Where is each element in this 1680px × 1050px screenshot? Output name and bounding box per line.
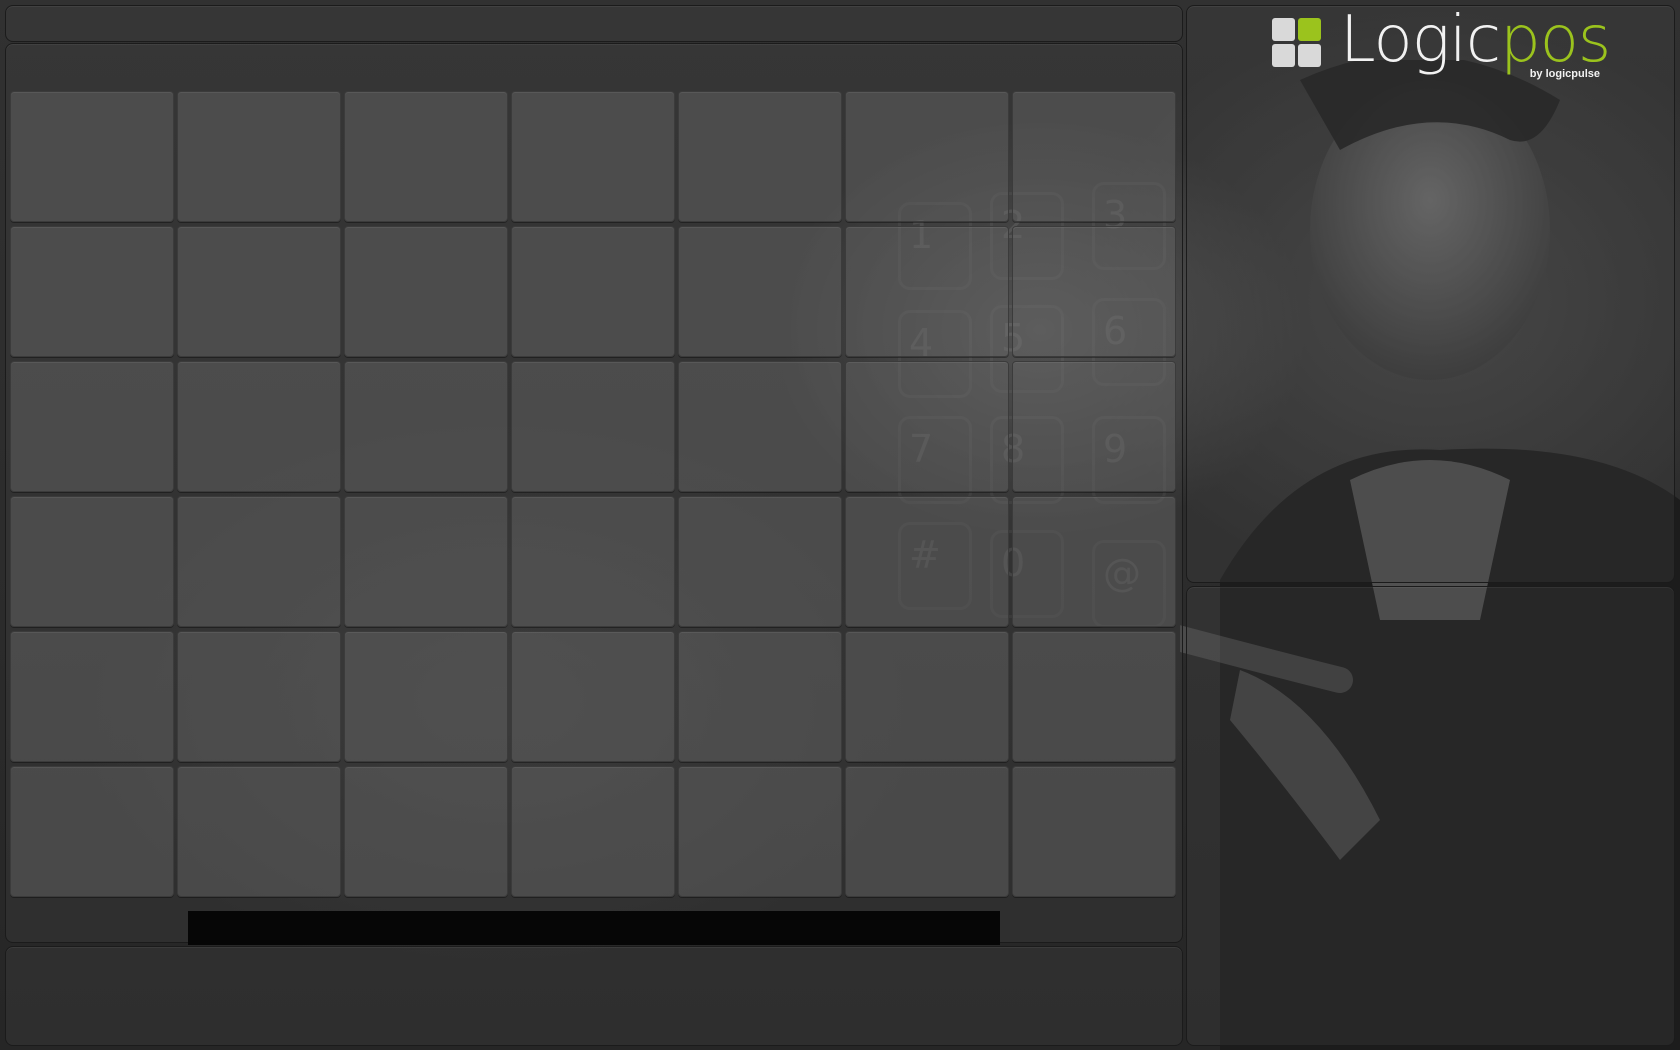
grid-button[interactable] <box>511 496 675 627</box>
logo-square-icon <box>1298 18 1321 41</box>
logo-byline: by logicpulse <box>1529 68 1600 80</box>
grid-button[interactable] <box>678 631 842 762</box>
logo-panel <box>1186 5 1675 583</box>
grid-button[interactable] <box>344 766 508 897</box>
panel-slot <box>188 911 1000 945</box>
grid-button[interactable] <box>177 766 341 897</box>
grid-button[interactable] <box>1012 91 1176 222</box>
grid-button[interactable] <box>845 766 1009 897</box>
grid-button[interactable] <box>10 91 174 222</box>
logo-mark-icon <box>1272 18 1322 68</box>
bottom-bar <box>5 946 1183 1046</box>
grid-button[interactable] <box>511 91 675 222</box>
grid-button[interactable] <box>1012 361 1176 492</box>
top-bar <box>5 5 1183 42</box>
logo-word-pos: pos <box>1500 3 1611 77</box>
grid-button[interactable] <box>344 361 508 492</box>
grid-button[interactable] <box>10 631 174 762</box>
grid-button[interactable] <box>845 91 1009 222</box>
grid-button[interactable] <box>177 496 341 627</box>
grid-button[interactable] <box>845 226 1009 357</box>
logo-word-logic: Logic <box>1340 3 1501 77</box>
grid-button[interactable] <box>10 496 174 627</box>
logo-wordmark: Logicpos <box>1340 8 1611 72</box>
grid-button[interactable] <box>678 226 842 357</box>
grid-button[interactable] <box>177 226 341 357</box>
grid-button[interactable] <box>511 226 675 357</box>
grid-button[interactable] <box>511 361 675 492</box>
grid-button[interactable] <box>1012 631 1176 762</box>
grid-button[interactable] <box>344 631 508 762</box>
grid-button[interactable] <box>678 91 842 222</box>
logo-square-icon <box>1272 18 1295 41</box>
grid-button[interactable] <box>678 496 842 627</box>
grid-button[interactable] <box>344 226 508 357</box>
logo-square-icon <box>1298 44 1321 67</box>
logicpos-logo: Logicpos by logicpulse <box>1272 8 1612 84</box>
grid-button[interactable] <box>10 766 174 897</box>
grid-button[interactable] <box>845 631 1009 762</box>
logo-square-icon <box>1272 44 1295 67</box>
grid-button[interactable] <box>678 361 842 492</box>
button-grid <box>10 91 1176 897</box>
grid-button[interactable] <box>177 361 341 492</box>
grid-button[interactable] <box>678 766 842 897</box>
grid-button[interactable] <box>1012 226 1176 357</box>
grid-button[interactable] <box>344 496 508 627</box>
grid-button[interactable] <box>511 631 675 762</box>
right-panel <box>1186 586 1675 1046</box>
grid-button[interactable] <box>344 91 508 222</box>
grid-button[interactable] <box>10 361 174 492</box>
grid-button[interactable] <box>1012 496 1176 627</box>
grid-button[interactable] <box>177 631 341 762</box>
grid-button[interactable] <box>1012 766 1176 897</box>
grid-button[interactable] <box>511 766 675 897</box>
grid-button[interactable] <box>10 226 174 357</box>
grid-button[interactable] <box>845 496 1009 627</box>
grid-button[interactable] <box>177 91 341 222</box>
grid-button[interactable] <box>845 361 1009 492</box>
